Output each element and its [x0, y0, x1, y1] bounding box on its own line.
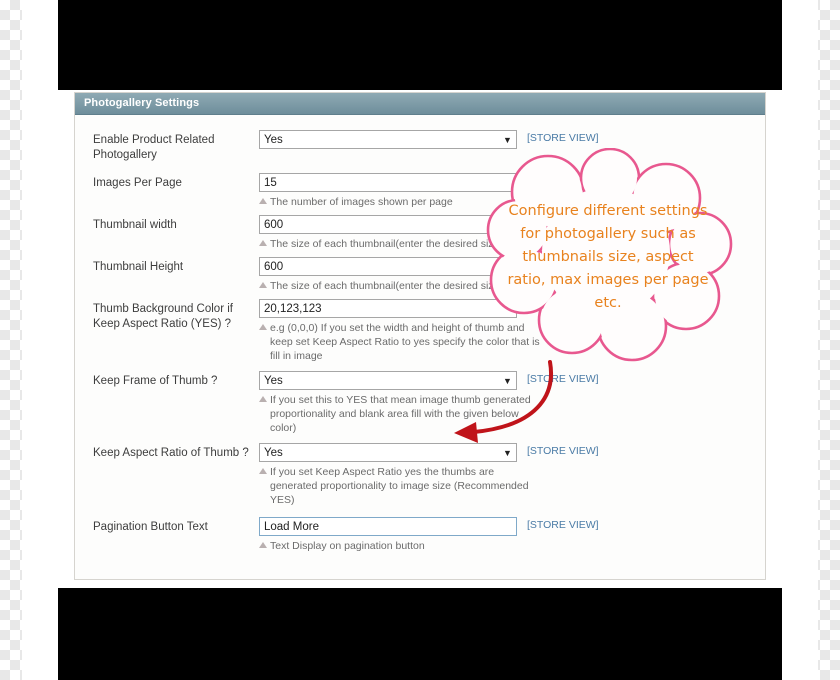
field-row: Thumbnail width 600 The size of each thu…	[75, 215, 765, 251]
letterbox-bottom	[58, 588, 782, 680]
field-label: Images Per Page	[93, 177, 182, 189]
letterbox-top	[58, 0, 782, 90]
field-hint: The number of images shown per page	[259, 195, 540, 209]
field-row: Pagination Button Text Load More [STORE …	[75, 517, 765, 553]
store-view-scope-label: [STORE VIEW]	[527, 132, 599, 144]
keep-frame-of-thumb-select[interactable]: Yes ▼	[259, 371, 517, 390]
input-value: 20,123,123	[264, 303, 322, 315]
input-value: 15	[264, 177, 277, 189]
store-view-scope-label: [STORE VIEW]	[527, 373, 599, 385]
photogallery-settings-panel: Photogallery Settings Enable Product Rel…	[74, 92, 766, 580]
field-hint: Text Display on pagination button	[259, 539, 540, 553]
select-value: Yes	[264, 447, 283, 459]
hint-text: If you set Keep Aspect Ratio yes the thu…	[270, 466, 529, 506]
field-hint: The size of each thumbnail(enter the des…	[259, 279, 540, 293]
input-value: 600	[264, 219, 284, 231]
field-label: Keep Frame of Thumb ?	[93, 375, 218, 387]
chevron-down-icon[interactable]: ▼	[502, 134, 513, 146]
field-label: Pagination Button Text	[93, 521, 208, 533]
hint-triangle-icon	[259, 324, 267, 330]
panel-body: Enable Product Related Photogallery Yes …	[75, 116, 765, 555]
store-view-scope-label: [STORE VIEW]	[527, 519, 599, 531]
hint-text: The number of images shown per page	[270, 196, 453, 208]
panel-title: Photogallery Settings	[84, 97, 200, 109]
field-row: Enable Product Related Photogallery Yes …	[75, 130, 765, 163]
input-value: Load More	[264, 521, 319, 533]
field-row: Keep Frame of Thumb ? Yes ▼ [STORE VIEW]…	[75, 371, 765, 435]
page-canvas: Photogallery Settings Enable Product Rel…	[0, 0, 840, 680]
select-value: Yes	[264, 375, 283, 387]
field-control: 15 The number of images shown per page	[259, 173, 679, 209]
hint-text: e.g (0,0,0) If you set the width and hei…	[270, 322, 540, 362]
hint-triangle-icon	[259, 468, 267, 474]
hint-triangle-icon	[259, 542, 267, 548]
hint-text: The size of each thumbnail(enter the des…	[270, 280, 503, 292]
hint-triangle-icon	[259, 240, 267, 246]
hint-text: The size of each thumbnail(enter the des…	[270, 238, 503, 250]
field-label: Keep Aspect Ratio of Thumb ?	[93, 447, 249, 459]
images-per-page-input[interactable]: 15	[259, 173, 517, 192]
field-control: Yes ▼ [STORE VIEW] If you set this to YE…	[259, 371, 679, 435]
thumbnail-height-input[interactable]: 600	[259, 257, 517, 276]
enable-photogallery-select[interactable]: Yes ▼	[259, 130, 517, 149]
hint-text: If you set this to YES that mean image t…	[270, 394, 531, 434]
field-row: Thumb Background Color if Keep Aspect Ra…	[75, 299, 765, 363]
keep-aspect-ratio-select[interactable]: Yes ▼	[259, 443, 517, 462]
pagination-button-text-input[interactable]: Load More	[259, 517, 517, 536]
field-control: 600 The size of each thumbnail(enter the…	[259, 257, 679, 293]
field-row: Images Per Page 15 The number of images …	[75, 173, 765, 209]
chevron-down-icon[interactable]: ▼	[502, 447, 513, 459]
field-control: Yes ▼ [STORE VIEW] If you set Keep Aspec…	[259, 443, 679, 507]
hint-text: Text Display on pagination button	[270, 540, 425, 552]
input-value: 600	[264, 261, 284, 273]
field-label: Thumbnail Height	[93, 261, 184, 273]
field-control: Load More [STORE VIEW] Text Display on p…	[259, 517, 679, 553]
field-hint: If you set Keep Aspect Ratio yes the thu…	[259, 465, 540, 507]
hint-triangle-icon	[259, 198, 267, 204]
chevron-down-icon[interactable]: ▼	[502, 375, 513, 387]
select-value: Yes	[264, 134, 283, 146]
field-hint: The size of each thumbnail(enter the des…	[259, 237, 540, 251]
hint-triangle-icon	[259, 282, 267, 288]
field-control: Yes ▼ [STORE VIEW]	[259, 130, 679, 149]
field-label: Thumb Background Color if Keep Aspect Ra…	[93, 303, 233, 330]
hint-triangle-icon	[259, 396, 267, 402]
field-hint: e.g (0,0,0) If you set the width and hei…	[259, 321, 540, 363]
field-row: Keep Aspect Ratio of Thumb ? Yes ▼ [STOR…	[75, 443, 765, 507]
thumbnail-width-input[interactable]: 600	[259, 215, 517, 234]
field-label: Enable Product Related Photogallery	[93, 134, 215, 161]
field-row: Thumbnail Height 600 The size of each th…	[75, 257, 765, 293]
panel-header: Photogallery Settings	[75, 93, 765, 115]
field-hint: If you set this to YES that mean image t…	[259, 393, 540, 435]
field-control: 20,123,123 e.g (0,0,0) If you set the wi…	[259, 299, 679, 363]
store-view-scope-label: [STORE VIEW]	[527, 445, 599, 457]
thumb-background-color-input[interactable]: 20,123,123	[259, 299, 517, 318]
field-label: Thumbnail width	[93, 219, 177, 231]
field-control: 600 The size of each thumbnail(enter the…	[259, 215, 679, 251]
